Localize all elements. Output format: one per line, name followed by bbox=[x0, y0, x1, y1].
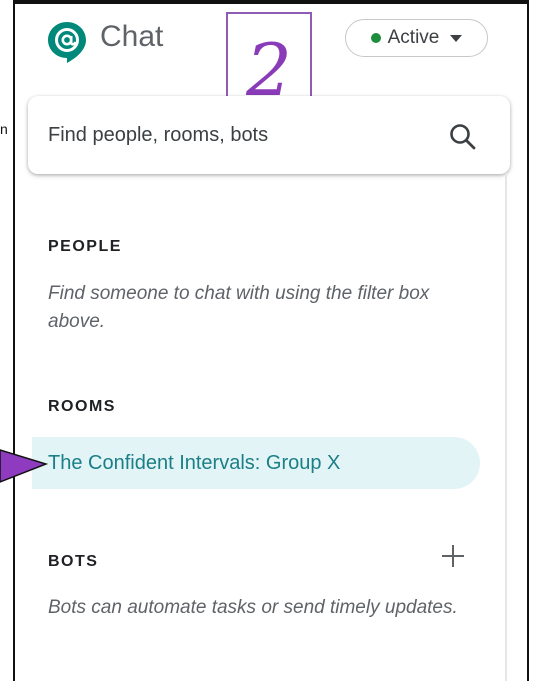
caret-down-icon bbox=[450, 34, 463, 42]
status-indicator-dot bbox=[370, 33, 381, 43]
arrow-right-icon bbox=[0, 449, 48, 483]
scrollbar-track[interactable] bbox=[505, 173, 507, 681]
room-item-the-confident-intervals[interactable]: The Confident Intervals: Group X bbox=[32, 437, 480, 489]
room-item-label: The Confident Intervals: Group X bbox=[48, 452, 341, 474]
bots-description: Bots can automate tasks or send timely u… bbox=[48, 597, 458, 618]
frame-right-border bbox=[527, 0, 529, 681]
people-description: Find someone to chat with using the filt… bbox=[48, 283, 430, 332]
status-label: Active bbox=[387, 27, 440, 48]
search-icon[interactable] bbox=[448, 122, 478, 152]
frame-top-border bbox=[13, 0, 529, 4]
status-dropdown[interactable]: Active bbox=[345, 19, 488, 57]
people-heading: PEOPLE bbox=[48, 238, 122, 255]
chat-logo-icon bbox=[48, 22, 86, 63]
frame-left-border bbox=[13, 0, 15, 681]
search-box[interactable] bbox=[28, 96, 510, 174]
rooms-heading: ROOMS bbox=[48, 398, 116, 415]
plus-icon[interactable] bbox=[440, 543, 466, 569]
cropped-outside-text: n bbox=[0, 121, 8, 137]
search-input[interactable] bbox=[48, 120, 448, 150]
bots-heading: BOTS bbox=[48, 553, 99, 570]
app-title: Chat bbox=[100, 20, 164, 53]
